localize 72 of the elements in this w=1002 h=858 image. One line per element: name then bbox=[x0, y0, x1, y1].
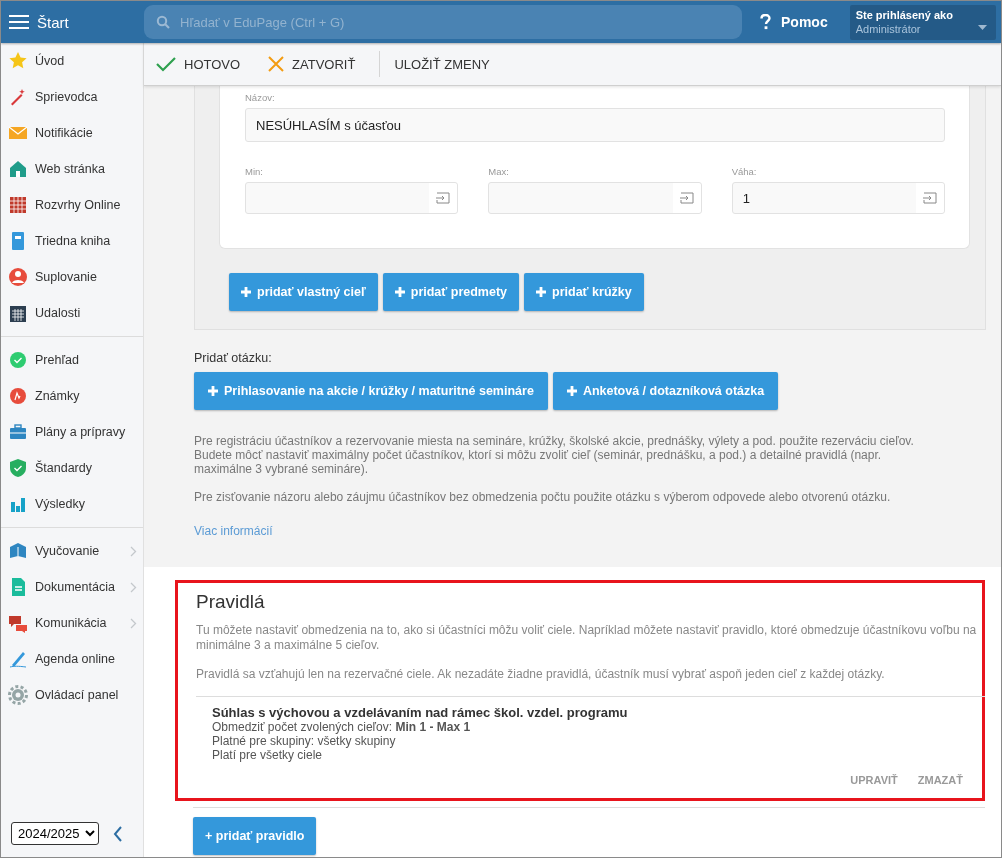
sidebar-item[interactable]: Plány a prípravy bbox=[1, 414, 143, 450]
school-year-select[interactable]: 2024/2025 bbox=[11, 822, 99, 845]
info-paragraph: Pre zisťovanie názoru alebo záujmu účastníkov bez obmedzenia počtu použite otázku s výberom odpovede alebo otvorenú otázku. bbox=[194, 490, 892, 504]
sidebar-item[interactable]: Komunikácia bbox=[1, 605, 143, 641]
user-menu[interactable]: Ste prihlásený ako Administrátor bbox=[849, 4, 996, 40]
calendar-icon bbox=[8, 303, 28, 323]
sidebar-item[interactable]: Triedna kniha bbox=[1, 223, 143, 259]
book-icon bbox=[8, 541, 28, 561]
sidebar-item[interactable]: Ovládací panel bbox=[1, 677, 143, 713]
section-title: Pravidlá bbox=[196, 591, 266, 613]
enter-icon bbox=[923, 192, 937, 204]
house-icon bbox=[8, 159, 28, 179]
person-icon bbox=[8, 267, 28, 287]
collapse-chevron-icon[interactable] bbox=[113, 825, 123, 842]
sidebar-item[interactable]: Prehľad bbox=[1, 342, 143, 378]
name-field[interactable]: NESÚHLASÍM s účasťou bbox=[245, 108, 945, 142]
start-menu-button[interactable]: Štart bbox=[1, 1, 144, 43]
field-label: Názov: bbox=[245, 92, 275, 103]
briefcase-icon bbox=[8, 422, 28, 442]
close-button[interactable]: ZATVORIŤ bbox=[268, 56, 356, 72]
sidebar-item[interactable]: Rozvrhy Online bbox=[1, 187, 143, 223]
speech-bubbles-icon bbox=[8, 613, 28, 633]
grade-circle-icon bbox=[8, 386, 28, 406]
sidebar-item[interactable]: Suplovanie bbox=[1, 259, 143, 295]
gear-icon bbox=[8, 685, 28, 705]
sidebar-item[interactable]: Udalosti bbox=[1, 295, 143, 331]
plus-icon bbox=[208, 386, 218, 396]
rule-detail: Platí pre všetky ciele bbox=[212, 748, 324, 762]
sidebar-item[interactable]: Známky bbox=[1, 378, 143, 414]
sidebar-item[interactable]: Notifikácie bbox=[1, 115, 143, 151]
sidebar-item[interactable]: Výsledky bbox=[1, 486, 143, 522]
save-button[interactable]: ULOŽIŤ ZMENY bbox=[394, 56, 490, 72]
done-button[interactable]: HOTOVO bbox=[156, 56, 241, 72]
plus-icon bbox=[566, 386, 577, 396]
grid-calendar-icon bbox=[8, 195, 28, 215]
rule-detail: Obmedziť počet zvolených cieľov: Min 1 - Max 1 bbox=[212, 720, 472, 734]
check-circle-icon bbox=[8, 350, 28, 370]
info-paragraph: Pre registráciu účastníkov a rezervovanie miesta na semináre, krúžky, školské akcie, prednášky, výlety a pod. použite rezerváciu cieľov. Budete môcť nastaviť maximálny počet účastníkov, ktorí si môžu zvoliť cieľ (seminár, prednášku, a pod.) a detailné pravidlá (napr. maximálne 3 vybrané semináre). bbox=[194, 434, 914, 476]
search-field[interactable]: Hľadať v EduPage (Ctrl + G) bbox=[144, 5, 742, 39]
chevron-right-icon bbox=[130, 545, 137, 557]
checkmark-icon bbox=[156, 56, 176, 72]
rule-detail: Platné pre skupiny: všetky skupiny bbox=[212, 734, 397, 748]
field-label: Max: bbox=[488, 166, 509, 177]
sidebar-item[interactable]: Úvod bbox=[1, 43, 143, 79]
sidebar-item[interactable]: Sprievodca bbox=[1, 79, 143, 115]
plus-icon bbox=[241, 287, 251, 297]
chevron-right-icon bbox=[130, 581, 137, 593]
rule-title: Súhlas s výchovou a vzdelávaním nad rámec škol. vzdel. programu bbox=[212, 705, 629, 720]
menu-icon bbox=[9, 14, 29, 30]
shield-check-icon bbox=[8, 458, 28, 478]
chevron-right-icon bbox=[130, 617, 137, 629]
add-question-label: Pridať otázku: bbox=[194, 351, 272, 365]
star-icon bbox=[8, 51, 28, 71]
info-paragraph: Pravidlá sa vzťahujú len na rezervačné ciele. Ak nezadáte žiadne pravidlá, účastník musí vybrať aspoň jeden cieľ z každej otázky. bbox=[196, 667, 886, 682]
pen-icon bbox=[8, 649, 28, 669]
help-icon bbox=[760, 14, 771, 30]
enter-icon bbox=[436, 192, 451, 204]
sidebar-item[interactable]: Dokumentácia bbox=[1, 569, 143, 605]
sidebar-item[interactable]: Web stránka bbox=[1, 151, 143, 187]
field-label: Min: bbox=[245, 166, 263, 177]
plus-icon bbox=[394, 287, 405, 297]
dropdown-caret-icon bbox=[977, 24, 987, 30]
sidebar-item[interactable]: Agenda online bbox=[1, 641, 143, 677]
field-label: Váha: bbox=[731, 166, 757, 177]
sidebar-item[interactable]: Štandardy bbox=[1, 450, 143, 486]
info-paragraph: Tu môžete nastaviť obmedzenia na to, ako si účastníci môžu voliť ciele. Napríklad môžete nastaviť pravidlo, ktoré obmedzuje účastníkovu voľbu na minimálne 3 a maximálne 5 cieľov. bbox=[196, 623, 978, 653]
search-icon bbox=[156, 15, 170, 29]
close-icon bbox=[268, 56, 285, 72]
enter-icon bbox=[679, 192, 694, 204]
sidebar-item[interactable]: Vyučovanie bbox=[1, 533, 143, 569]
plus-icon bbox=[536, 287, 547, 297]
help-button[interactable]: Pomoc bbox=[760, 14, 828, 30]
